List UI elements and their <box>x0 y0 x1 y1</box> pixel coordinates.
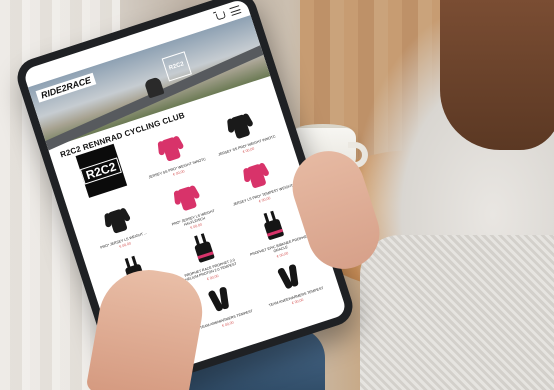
photo-scene: R2C2 RIDE2RACE R2C2 RENNRAD CYCLING CLUB… <box>0 0 554 390</box>
club-logo-mark: R2C2 <box>80 157 122 185</box>
jersey-icon <box>224 109 257 142</box>
bibshort-icon <box>189 232 219 265</box>
knit-sleeve <box>360 235 554 390</box>
menu-icon[interactable] <box>229 5 242 16</box>
product-thumbnail[interactable]: R2C2 <box>75 143 127 199</box>
warmer-icon <box>204 283 235 315</box>
bibshort-icon <box>258 209 288 242</box>
jersey-icon <box>101 204 134 237</box>
cart-icon[interactable] <box>215 10 227 21</box>
jersey-icon <box>154 132 187 165</box>
person-hair <box>440 0 554 150</box>
warmer-icon <box>274 260 305 292</box>
jersey-icon <box>170 181 203 214</box>
jersey-icon <box>240 159 273 192</box>
